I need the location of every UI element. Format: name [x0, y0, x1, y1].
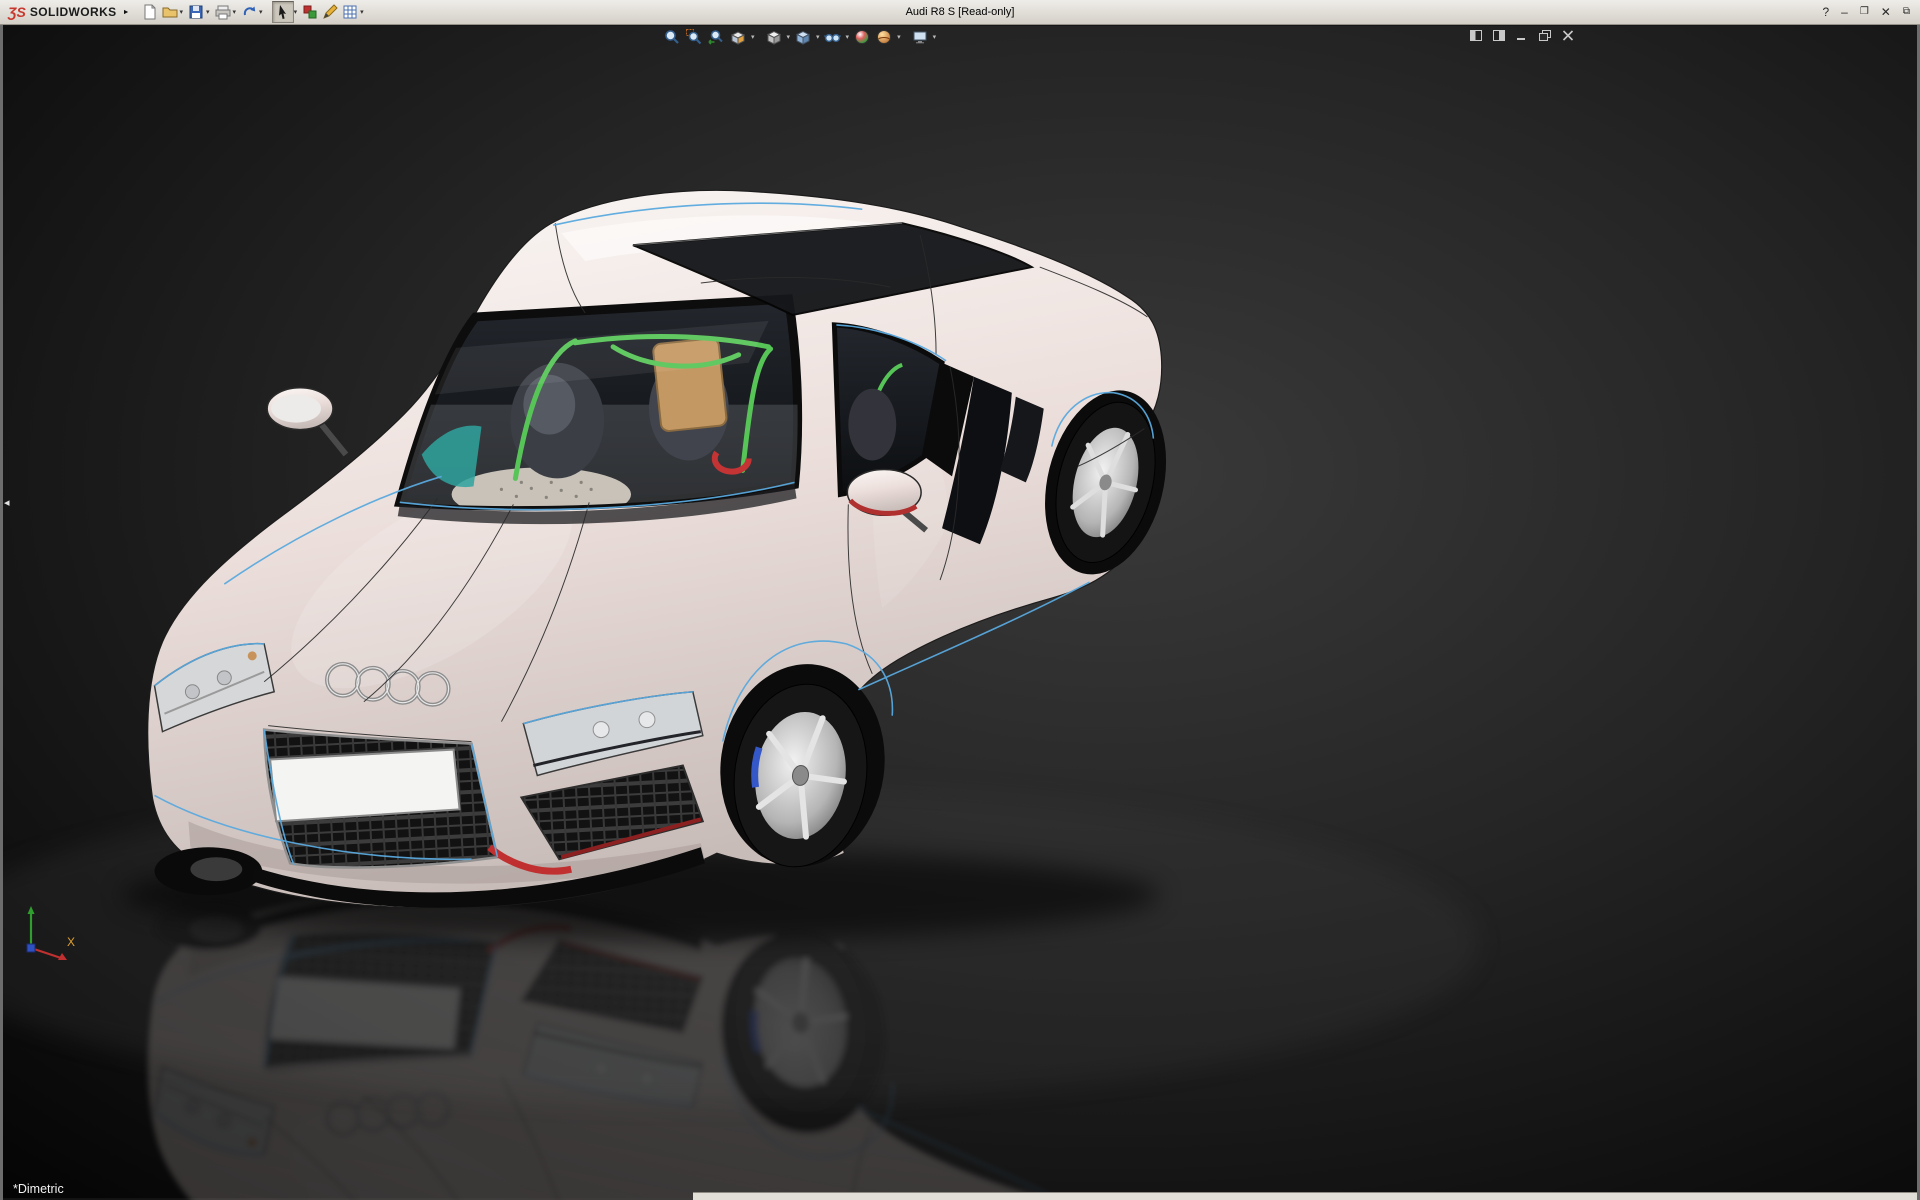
apply-scene-button[interactable]: [873, 27, 895, 47]
window-title: Audi R8 S [Read-only]: [906, 6, 1015, 18]
section-view-caret[interactable]: ▾: [751, 33, 755, 41]
feature-panel-collapse-arrow[interactable]: ◂: [3, 494, 11, 513]
doc-restore-button[interactable]: [1537, 28, 1553, 42]
zoom-to-fit-icon: [664, 29, 680, 45]
doc-minimize-button[interactable]: [1514, 28, 1530, 42]
brand-name: SOLIDWORKS: [30, 5, 117, 19]
help-button[interactable]: ?: [1822, 6, 1829, 18]
select-tool-button[interactable]: [272, 1, 294, 23]
pane-right-icon: [1493, 30, 1505, 41]
evaluate-button[interactable]: [340, 2, 360, 22]
close-button[interactable]: ✕: [1881, 6, 1891, 18]
undo-button[interactable]: [239, 2, 259, 22]
doc-minimize-icon: [1516, 30, 1528, 41]
select-cursor-icon: [276, 4, 290, 20]
file-toolbar: ▾ ▾ ▾ ▾: [140, 2, 266, 22]
titlebar: ƷS SOLIDWORKS ► ▾ ▾ ▾ ▾ ▾ ▾: [0, 0, 1920, 25]
zoom-to-area-icon: [686, 29, 702, 45]
color-swatch-button[interactable]: [300, 2, 320, 22]
save-floppy-icon: [188, 4, 204, 20]
view-settings-button[interactable]: [909, 27, 931, 47]
pane-left-button[interactable]: [1468, 28, 1484, 42]
apply-scene-caret[interactable]: ▾: [897, 33, 901, 41]
expand-button[interactable]: ⧉: [1903, 7, 1910, 17]
sketch-pencil-icon: [322, 4, 338, 20]
headsup-view-toolbar: ▾ ▾ ▾ ▾ ▾ ▾: [661, 27, 938, 47]
open-dropdown-caret[interactable]: ▾: [180, 8, 184, 16]
scene-ball-icon: [876, 29, 892, 45]
status-strip: [693, 1192, 1917, 1200]
previous-view-button[interactable]: [705, 27, 727, 47]
document-window-controls: [1468, 28, 1576, 42]
display-style-caret[interactable]: ▾: [816, 33, 820, 41]
print-button[interactable]: [213, 2, 233, 22]
open-folder-icon: [162, 4, 178, 20]
undo-dropdown-caret[interactable]: ▾: [259, 8, 263, 16]
maximize-button[interactable]: ❐: [1860, 7, 1869, 17]
minimize-button[interactable]: –: [1841, 6, 1848, 18]
doc-close-button[interactable]: [1560, 28, 1576, 42]
doc-close-icon: [1562, 30, 1574, 41]
graphics-viewport[interactable]: ▾ ▾ ▾ ▾ ▾ ▾: [0, 24, 1920, 1200]
orientation-triad: X: [17, 900, 81, 964]
color-swatch-icon: [302, 4, 318, 20]
save-dropdown-caret[interactable]: ▾: [206, 8, 210, 16]
print-dropdown-caret[interactable]: ▾: [233, 8, 237, 16]
previous-view-icon: [708, 29, 724, 45]
pane-right-button[interactable]: [1491, 28, 1507, 42]
zoom-to-fit-button[interactable]: [661, 27, 683, 47]
zoom-to-area-button[interactable]: [683, 27, 705, 47]
display-style-button[interactable]: [792, 27, 814, 47]
view-settings-caret[interactable]: ▾: [933, 33, 937, 41]
edit-appearance-button[interactable]: [851, 27, 873, 47]
view-orientation-label: *Dimetric: [13, 1182, 64, 1196]
hide-show-items-button[interactable]: [822, 27, 844, 47]
open-button[interactable]: [160, 2, 180, 22]
evaluate-dropdown-caret[interactable]: ▾: [360, 8, 364, 16]
display-style-cube-icon: [795, 29, 811, 45]
section-view-icon: [730, 29, 746, 45]
menu-expand-arrow-icon[interactable]: ►: [123, 9, 130, 16]
section-view-button[interactable]: [727, 27, 749, 47]
evaluate-grid-icon: [342, 4, 358, 20]
triad-x-label: X: [67, 935, 75, 949]
sketch-button[interactable]: [320, 2, 340, 22]
doc-restore-icon: [1539, 30, 1551, 41]
pane-left-icon: [1470, 30, 1482, 41]
view-orientation-caret[interactable]: ▾: [787, 33, 791, 41]
3d-scene[interactable]: [3, 24, 1917, 1200]
undo-arrow-icon: [241, 4, 257, 20]
hide-show-glasses-icon: [824, 29, 841, 45]
view-orientation-cube-icon: [766, 29, 782, 45]
save-button[interactable]: [186, 2, 206, 22]
new-document-button[interactable]: [140, 2, 160, 22]
print-icon: [215, 4, 231, 20]
window-controls: ? – ❐ ✕ ⧉: [1822, 6, 1920, 18]
new-document-icon: [142, 4, 158, 20]
view-settings-icon: [912, 29, 928, 45]
select-toolbar: ▾ ▾: [272, 1, 367, 23]
select-dropdown-caret[interactable]: ▾: [294, 8, 298, 16]
appearance-ball-icon: [854, 29, 870, 45]
view-orientation-button[interactable]: [763, 27, 785, 47]
solidworks-logo-icon: ƷS: [8, 5, 26, 19]
solidworks-brand: ƷS SOLIDWORKS: [0, 5, 123, 19]
hide-show-caret[interactable]: ▾: [846, 33, 850, 41]
